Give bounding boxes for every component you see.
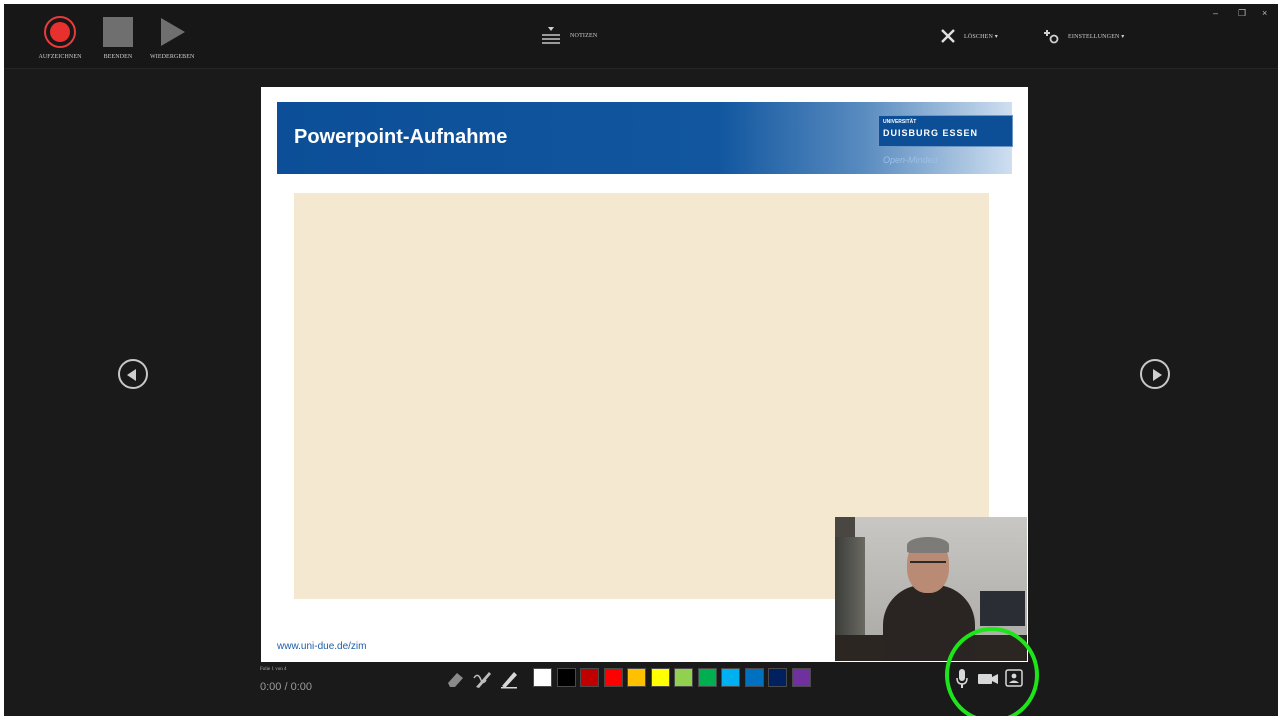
pen-color-swatch[interactable] [533,668,552,687]
previous-slide-button[interactable] [118,359,148,389]
pen-color-swatch[interactable] [744,668,764,687]
camera-icon [978,674,998,684]
camera-toggle[interactable] [977,671,999,692]
camera-preview-toggle[interactable] [1005,669,1023,692]
logo-line2: DUISBURG ESSEN [883,128,979,138]
pen-color-swatch[interactable] [721,668,740,687]
settings-button[interactable]: EINSTELLUNGEN ▾ [1042,26,1125,46]
settings-icon [1044,30,1059,44]
slide-footer-link: www.uni-due.de/zim [277,641,367,652]
slide-status: Folie 1 von 4 0:00 / 0:00 [260,667,312,693]
settings-label: EINSTELLUNGEN ▾ [1068,33,1125,40]
pen-color-swatch[interactable] [580,668,599,687]
logo-line1: UNIVERSITÄT [883,119,917,125]
webcam-preview [835,517,1027,661]
microphone-toggle[interactable] [955,668,969,695]
delete-button[interactable]: LÖSCHEN ▾ [940,26,998,46]
pen-color-swatch[interactable] [627,668,646,687]
record-icon [44,16,76,48]
slide-title: Powerpoint-Aufnahme [294,126,508,148]
record-button[interactable]: AUFZEICHNEN [38,16,82,60]
highlighter-icon [501,672,517,689]
slide-header-banner: Powerpoint-Aufnahme UNIVERSITÄT DUISBURG… [277,102,1013,174]
recording-timer: 0:00 / 0:00 [260,681,312,693]
recording-window: AUFZEICHNEN BEENDEN WIEDERGEBEN NOTIZEN … [4,4,1278,716]
notes-button[interactable]: NOTIZEN [540,26,597,46]
eraser-icon [448,673,463,687]
close-window-button[interactable]: × [1262,8,1267,18]
eraser-tool[interactable] [445,668,467,690]
slide-counter: Folie 1 von 4 [260,667,287,672]
pen-color-swatch[interactable] [791,668,811,687]
stop-button[interactable]: BEENDEN [96,16,140,60]
pen-color-swatch[interactable] [556,668,576,687]
delete-label: LÖSCHEN ▾ [964,33,998,40]
close-icon [941,29,955,43]
restore-button[interactable]: ❐ [1238,8,1246,19]
logo-motto: Open-Minded [883,155,938,165]
recording-toolbar: AUFZEICHNEN BEENDEN WIEDERGEBEN NOTIZEN … [4,4,1278,69]
next-slide-icon [1153,369,1162,381]
camera-preview-icon [1005,669,1023,687]
notes-icon [542,27,560,44]
stop-label: BEENDEN [103,54,133,60]
pen-icon [473,672,491,688]
notes-label: NOTIZEN [570,33,598,39]
pen-color-swatch[interactable] [603,668,623,687]
pen-color-swatch[interactable] [768,668,787,687]
minimize-button[interactable]: – [1213,8,1218,18]
play-label: WIEDERGEBEN [150,54,195,60]
play-icon [161,18,185,46]
pen-color-swatch[interactable] [674,668,693,687]
pen-tool[interactable] [472,668,494,690]
record-label: AUFZEICHNEN [38,54,82,60]
play-button[interactable]: WIEDERGEBEN [150,16,194,60]
university-logo: UNIVERSITÄT DUISBURG ESSEN [878,115,1013,147]
stop-icon [103,17,133,47]
microphone-icon [956,669,968,688]
pen-color-swatch[interactable] [697,668,717,687]
next-slide-button[interactable] [1140,359,1170,389]
pen-color-swatch[interactable] [650,668,670,687]
previous-slide-icon [127,369,136,381]
highlighter-tool[interactable] [498,668,520,690]
